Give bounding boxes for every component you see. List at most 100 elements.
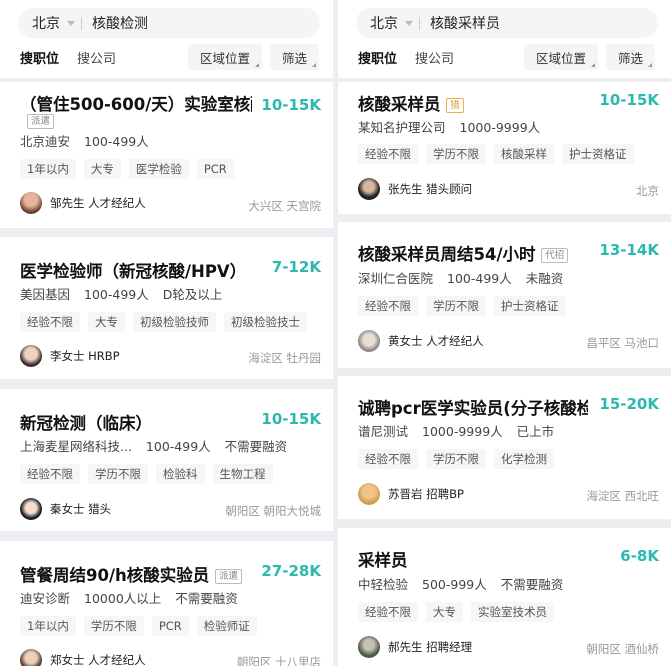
filter-button[interactable]: 筛选 <box>606 44 656 70</box>
job-title: 核酸采样员 猎 <box>358 91 558 115</box>
job-card[interactable]: 医学检验师（新冠核酸/HPV） 7-12K 美因基因 100-499人 D轮及以上 … <box>0 237 333 379</box>
area-filter-button[interactable]: 区域位置 <box>188 44 263 70</box>
job-card[interactable]: 管餐周结90/h核酸实验员 派遣 27-28K 迪安诊断 10000人以上 不需要融… <box>0 541 333 666</box>
tag: 经验不限 <box>358 144 418 164</box>
company-size: 100-499人 <box>84 134 149 149</box>
chevron-down-icon[interactable] <box>67 20 75 26</box>
recruiter: 秦女士 猎头 <box>20 498 111 520</box>
recruiter-name: 邹先生 人才经纪人 <box>50 196 146 210</box>
job-card[interactable]: 采样员 6-8K 中轻检验 500-999人 不需要融资 经验不限 大专 实验室技术… <box>338 528 671 666</box>
tab-search-jobs[interactable]: 搜职位 <box>358 48 397 67</box>
corner-triangle-icon <box>591 63 596 67</box>
company-size: 100-499人 <box>145 439 211 454</box>
job-salary: 13-14K <box>599 241 659 259</box>
job-card[interactable]: 新冠检测（临床） 10-15K 上海麦星网络科技... 100-499人 不需要融资… <box>0 389 333 531</box>
company-info: 美因基因 100-499人 D轮及以上 <box>20 284 236 303</box>
company-size: 1000-9999人 <box>459 120 541 135</box>
recruiter: 邹先生 人才经纪人 <box>20 192 146 214</box>
divider <box>81 16 82 30</box>
tag: 学历不限 <box>88 464 148 484</box>
tag: 医学检验 <box>128 159 189 179</box>
job-title: 诚聘pcr医学实验员(分子核酸检 <box>358 399 588 418</box>
job-location: 北京 <box>636 184 659 198</box>
search-tabs: 搜职位 搜公司 <box>20 48 116 67</box>
filter-button[interactable]: 筛选 <box>270 44 320 70</box>
tag: PCR <box>151 616 189 636</box>
job-location: 大兴区 天宫院 <box>248 199 321 213</box>
company-size: 500-999人 <box>422 577 487 592</box>
company-info: 中轻检验 500-999人 不需要融资 <box>358 574 577 593</box>
search-header: 北京 核酸采样员 搜职位 搜公司 区域位置 筛选 <box>338 0 671 78</box>
left-search-pane: 北京 核酸检测 搜职位 搜公司 区域位置 筛选 （管住500-600/天）实验室… <box>0 0 333 666</box>
job-card[interactable]: （管住500-600/天）实验室核酸 10-15K 派遣 北京迪安 100-499… <box>0 82 333 228</box>
tag: 1年以内 <box>20 159 76 179</box>
job-title: 管餐周结90/h核酸实验员 派遣 <box>20 562 252 586</box>
job-title: 新冠检测（临床） <box>20 414 152 433</box>
recruiter: 苏晋岩 招聘BP <box>358 483 464 505</box>
funding-stage: 不需要融资 <box>175 591 238 606</box>
dispatch-badge: 派遣 <box>214 569 242 584</box>
company-info: 深圳仁合医院 100-499人 未融资 <box>358 268 577 287</box>
company-name: 迪安诊断 <box>20 591 71 606</box>
job-location: 朝阳区 酒仙桥 <box>586 642 659 656</box>
company-size: 100-499人 <box>447 271 512 286</box>
recruiter: 张先生 猎头顾问 <box>358 178 472 200</box>
job-card[interactable]: 核酸采样员 猎 10-15K 某知名护理公司 1000-9999人 经验不限 学历… <box>338 82 671 214</box>
company-name: 某知名护理公司 <box>358 120 446 135</box>
recruiter: 郑女士 人才经纪人 <box>20 649 146 666</box>
tag: 初级检验技士 <box>224 312 307 332</box>
tag: 生物工程 <box>212 464 273 484</box>
recruiter-name: 秦女士 猎头 <box>50 502 112 516</box>
job-salary: 7-12K <box>271 258 321 276</box>
search-bar[interactable]: 北京 核酸检测 <box>18 8 320 38</box>
job-location: 昌平区 马池口 <box>586 336 659 350</box>
tag: 大专 <box>88 312 125 332</box>
tag: 经验不限 <box>20 312 80 332</box>
tag: 1年以内 <box>20 616 76 636</box>
company-info: 北京迪安 100-499人 <box>20 131 163 150</box>
job-tags: 经验不限 大专 初级检验技师 初级检验技士 <box>20 312 307 332</box>
company-name: 上海麦星网络科技... <box>20 439 132 454</box>
company-name: 中轻检验 <box>358 577 409 592</box>
company-info: 迪安诊断 10000人以上 不需要融资 <box>20 588 252 607</box>
tab-search-jobs[interactable]: 搜职位 <box>20 48 59 67</box>
search-input[interactable]: 核酸检测 <box>92 13 148 33</box>
avatar <box>20 345 42 367</box>
job-title: （管住500-600/天）实验室核酸 <box>20 95 252 114</box>
job-tags: 经验不限 学历不限 护士资格证 <box>358 296 566 316</box>
filter-label: 筛选 <box>618 50 644 66</box>
job-tags: 1年以内 学历不限 PCR 检验师证 <box>20 616 257 636</box>
tag: 学历不限 <box>426 296 486 316</box>
tab-search-companies[interactable]: 搜公司 <box>415 48 454 67</box>
job-location: 海淀区 西北旺 <box>586 489 659 503</box>
area-filter-label: 区域位置 <box>200 50 251 66</box>
tag: 检验科 <box>156 464 205 484</box>
job-tags: 经验不限 学历不限 核酸采样 护士资格证 <box>358 144 634 164</box>
chevron-down-icon[interactable] <box>405 20 413 26</box>
tag: 大专 <box>426 602 463 622</box>
company-size: 100-499人 <box>84 287 149 302</box>
job-tags: 经验不限 学历不限 检验科 生物工程 <box>20 464 273 484</box>
tag: 护士资格证 <box>562 144 634 164</box>
avatar <box>358 636 380 658</box>
tag: 核酸采样 <box>494 144 554 164</box>
avatar <box>20 192 42 214</box>
agency-badge: 代招 <box>541 248 569 263</box>
job-card[interactable]: 核酸采样员周结54/小时 代招 13-14K 深圳仁合医院 100-499人 未融资… <box>338 222 671 368</box>
city-selector[interactable]: 北京 <box>32 13 60 33</box>
company-size: 10000人以上 <box>84 591 162 606</box>
recruiter-name: 李女士 HRBP <box>50 349 120 363</box>
tag: 大专 <box>83 159 121 179</box>
search-input[interactable]: 核酸采样员 <box>430 13 500 33</box>
corner-triangle-icon <box>255 63 260 67</box>
job-title: 医学检验师（新冠核酸/HPV） <box>20 262 247 281</box>
tab-search-companies[interactable]: 搜公司 <box>77 48 116 67</box>
job-title-text: 管餐周结90/h核酸实验员 <box>20 566 210 585</box>
area-filter-button[interactable]: 区域位置 <box>524 44 599 70</box>
company-name: 深圳仁合医院 <box>358 271 434 286</box>
job-title-text: 核酸采样员 <box>358 95 441 114</box>
search-bar[interactable]: 北京 核酸采样员 <box>356 8 658 38</box>
city-selector[interactable]: 北京 <box>370 13 398 33</box>
tag: 经验不限 <box>20 464 80 484</box>
job-card[interactable]: 诚聘pcr医学实验员(分子核酸检 15-20K 谱尼测试 1000-9999人 已上… <box>338 376 671 519</box>
